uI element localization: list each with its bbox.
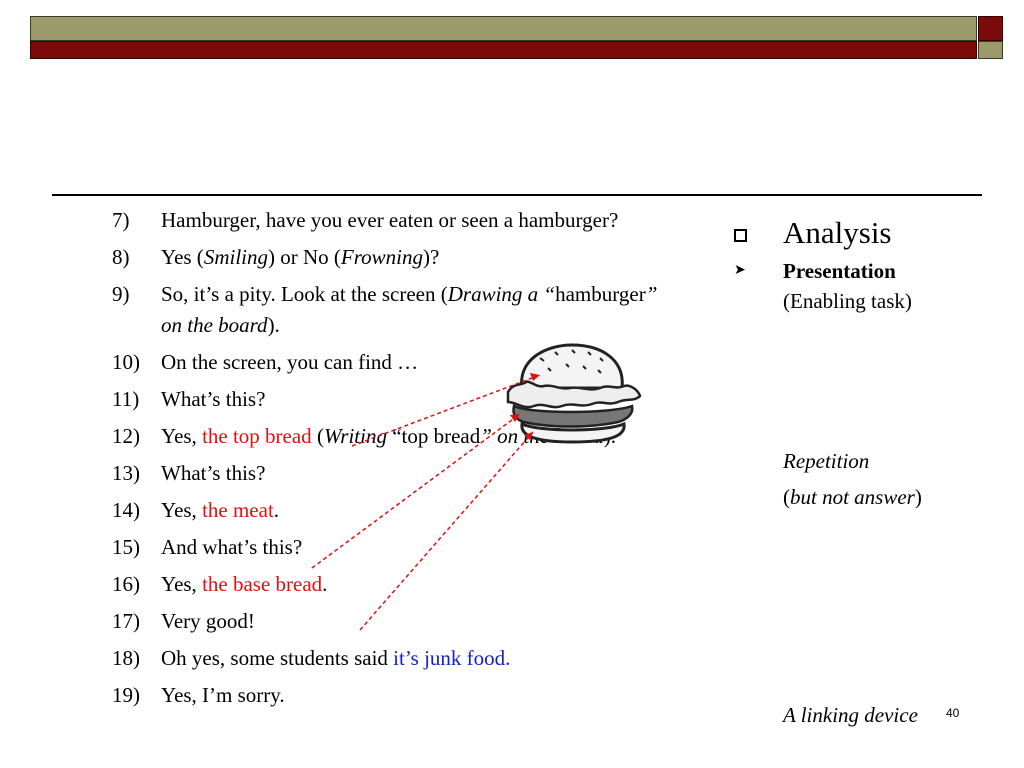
- list-item: 15) And what’s this?: [112, 532, 672, 563]
- item-text: Yes,: [161, 498, 203, 522]
- enabling-task-label: (Enabling task): [783, 289, 912, 313]
- item-text: the base bread: [202, 572, 323, 596]
- square-bullet-icon: [734, 229, 747, 242]
- title-divider: [52, 194, 982, 196]
- item-text: Very good!: [161, 609, 255, 633]
- presentation-bullet: ➤ Presentation: [730, 256, 990, 286]
- item-number: 7): [112, 208, 130, 232]
- repetition-note: Repetition (but not answer): [783, 443, 922, 515]
- item-number: 8): [112, 245, 130, 269]
- list-item: 14) Yes, the meat.: [112, 495, 672, 526]
- but-not-answer-label: but not answer: [790, 485, 915, 509]
- item-number: 14): [112, 498, 140, 522]
- analysis-label: Analysis: [783, 215, 892, 250]
- page-number: 40: [946, 706, 960, 720]
- item-text: Drawing a “: [447, 282, 556, 306]
- presentation-label: Presentation: [783, 259, 896, 283]
- numbered-steps-list: 7) Hamburger, have you ever eaten or seen…: [112, 205, 672, 717]
- header-maroon-bar: [30, 41, 977, 59]
- item-number: 16): [112, 572, 140, 596]
- header-olive-bar: [30, 16, 977, 41]
- item-text: What’s this?: [161, 461, 266, 485]
- item-text: )?: [422, 245, 440, 269]
- item-text: .: [322, 572, 328, 596]
- but-not-answer-note: (but not answer): [783, 485, 922, 509]
- item-text: On the screen, you can find …: [161, 350, 419, 374]
- item-text: the top bread: [202, 424, 312, 448]
- item-text: ) or No (: [267, 245, 341, 269]
- item-text: Frowning: [340, 245, 423, 269]
- item-number: 13): [112, 461, 140, 485]
- list-item: 9) So, it’s a pity. Look at the screen (D…: [112, 279, 672, 341]
- item-text: “top bread: [392, 424, 481, 448]
- list-item: 19) Yes, I’m sorry.: [112, 680, 672, 711]
- stage-sidebar: Analysis ➤ Presentation (Enabling task): [730, 210, 990, 316]
- item-text: What’s this?: [161, 387, 266, 411]
- item-text: .: [505, 646, 511, 670]
- item-text: And what’s this?: [161, 535, 303, 559]
- item-text: .: [273, 498, 280, 522]
- arrow-bullet-icon: ➤: [734, 263, 746, 278]
- item-text: Smiling: [203, 245, 268, 269]
- list-item: 17) Very good!: [112, 606, 672, 637]
- item-text: it’s junk food: [393, 646, 506, 670]
- item-number: 11): [112, 387, 140, 411]
- item-text: Yes,: [161, 424, 203, 448]
- item-text: the meat: [202, 498, 274, 522]
- list-item: 18) Oh yes, some students said it’s junk …: [112, 643, 672, 674]
- item-text: Yes,: [161, 572, 203, 596]
- item-number: 18): [112, 646, 140, 670]
- item-text: Oh yes, some students said: [161, 646, 394, 670]
- repetition-label: Repetition: [783, 449, 870, 473]
- item-number: 10): [112, 350, 140, 374]
- hamburger-drawing-icon: [506, 343, 642, 444]
- item-number: 17): [112, 609, 140, 633]
- list-item: 13) What’s this?: [112, 458, 672, 489]
- list-item: 7) Hamburger, have you ever eaten or seen…: [112, 205, 672, 236]
- linking-device-note: A linking device: [783, 703, 918, 727]
- item-text: So, it’s a pity. Look at the screen (: [161, 282, 448, 306]
- item-text: Hamburger, have you ever eaten or seen a…: [161, 208, 619, 232]
- header-corner-maroon: [978, 16, 1003, 41]
- item-text: Writing: [323, 424, 393, 448]
- item-text: Yes, I’m sorry.: [161, 683, 285, 707]
- item-text: (: [311, 424, 324, 448]
- header-corner-olive: [978, 41, 1003, 59]
- analysis-bullet: Analysis: [730, 210, 990, 256]
- item-number: 19): [112, 683, 140, 707]
- item-text: ).: [267, 313, 280, 337]
- list-item: 16) Yes, the base bread.: [112, 569, 672, 600]
- list-item: 8) Yes (Smiling) or No (Frowning)?: [112, 242, 672, 273]
- item-text: hamburger: [555, 282, 646, 306]
- item-number: 12): [112, 424, 140, 448]
- item-number: 9): [112, 282, 130, 306]
- item-text: Yes (: [161, 245, 204, 269]
- item-number: 15): [112, 535, 140, 559]
